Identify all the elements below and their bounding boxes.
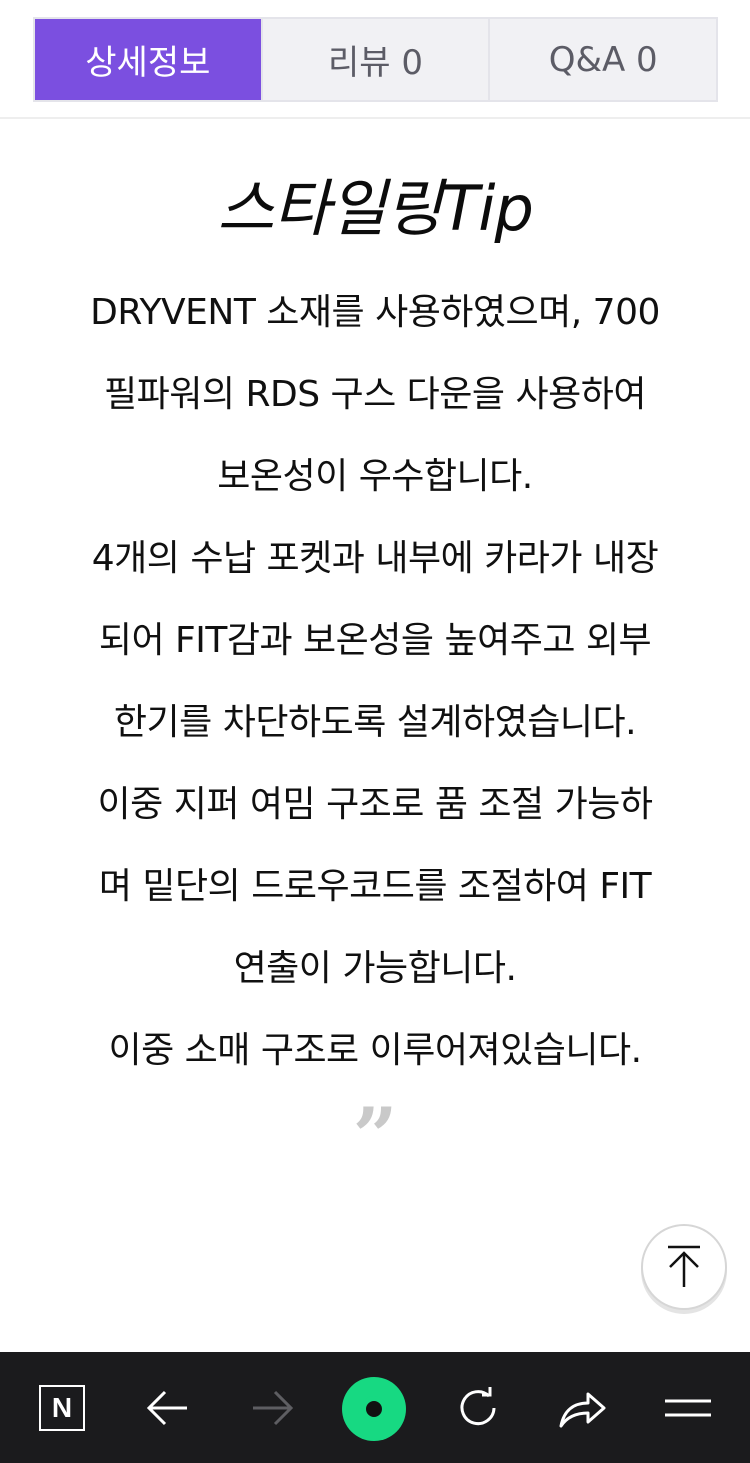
- forward-arrow-svg: [253, 1390, 294, 1426]
- arrow-up-icon: [668, 1245, 700, 1287]
- closing-quote-mark: ”: [352, 1091, 398, 1182]
- tab-reviews[interactable]: 리뷰 0: [260, 19, 489, 100]
- tab-bar: 상세정보 리뷰 0 Q&A 0: [33, 17, 718, 102]
- description-line: 4개의 수납 포켓과 내부에 카라가 내장: [91, 538, 659, 579]
- share-icon[interactable]: [554, 1380, 610, 1436]
- divider: [0, 117, 750, 119]
- green-home-icon[interactable]: [342, 1377, 406, 1441]
- tab-qna[interactable]: Q&A 0: [488, 19, 716, 100]
- description-line: 연출이 가능합니다.: [233, 948, 517, 989]
- forward-arrow-icon[interactable]: [244, 1380, 300, 1436]
- description-line: DRYVENT 소재를 사용하였으며, 700: [90, 292, 660, 333]
- share-svg: [559, 1392, 606, 1428]
- section-headline: 스타일링Tip: [217, 172, 534, 245]
- description-line: 이중 소매 구조로 이루어져있습니다.: [108, 1030, 642, 1071]
- refresh-svg: [460, 1387, 496, 1426]
- home-inner-dot: [361, 1396, 387, 1422]
- back-arrow-icon[interactable]: [140, 1380, 196, 1436]
- description-line: 한기를 차단하도록 설계하였습니다.: [113, 702, 637, 743]
- back-arrow-svg: [146, 1390, 187, 1426]
- description-text: DRYVENT 소재를 사용하였으며, 700 필파워의 RDS 구스 다운을 …: [0, 268, 750, 1088]
- description-line: 며 밑단의 드로우코드를 조절하여 FIT: [98, 866, 652, 907]
- menu-svg: [665, 1399, 711, 1417]
- description-line: 보온성이 우수합니다.: [217, 456, 533, 497]
- naver-n-icon[interactable]: N: [34, 1380, 90, 1436]
- description-line: 필파워의 RDS 구스 다운을 사용하여: [104, 374, 646, 415]
- scroll-top-button[interactable]: [641, 1224, 727, 1310]
- naver-logo-letter: N: [39, 1385, 85, 1431]
- tab-details[interactable]: 상세정보: [35, 19, 261, 100]
- refresh-icon[interactable]: [450, 1380, 506, 1436]
- description-line: 이중 지퍼 여밈 구조로 품 조절 가능하: [97, 784, 653, 825]
- description-line: 되어 FIT감과 보온성을 높여주고 외부: [98, 620, 652, 661]
- menu-icon[interactable]: [660, 1380, 716, 1436]
